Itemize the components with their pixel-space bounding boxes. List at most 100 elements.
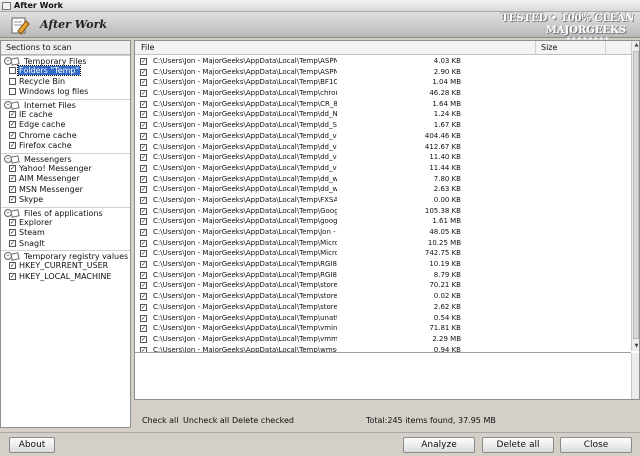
- checkbox[interactable]: ✓: [9, 164, 16, 172]
- row-checkbox[interactable]: ✓: [140, 325, 147, 333]
- file-row[interactable]: ✓ C:\Users\Jon - MajorGeeks\AppData\Local…: [135, 345, 631, 352]
- row-checkbox[interactable]: ✓: [140, 250, 147, 258]
- section-group[interactable]: – Internet Files: [1, 98, 130, 110]
- row-checkbox[interactable]: ✓: [140, 175, 147, 183]
- section-item[interactable]: ✓ Skype: [1, 195, 130, 206]
- section-item[interactable]: ✓ IE cache: [1, 110, 130, 121]
- file-row[interactable]: ✓ C:\Users\Jon - MajorGeeks\AppData\Local…: [135, 259, 631, 270]
- file-row[interactable]: ✓ C:\Users\Jon - MajorGeeks\AppData\Local…: [135, 99, 631, 110]
- section-item[interactable]: ✓ AIM Messenger: [1, 174, 130, 185]
- section-item[interactable]: ✓ Firefox cache: [1, 141, 130, 152]
- row-checkbox[interactable]: ✓: [140, 335, 147, 343]
- checkbox[interactable]: [9, 67, 16, 74]
- file-row[interactable]: ✓ C:\Users\Jon - MajorGeeks\AppData\Local…: [135, 56, 631, 67]
- file-row[interactable]: ✓ C:\Users\Jon - MajorGeeks\AppData\Local…: [135, 206, 631, 217]
- checkbox[interactable]: [9, 77, 16, 85]
- file-row[interactable]: ✓ C:\Users\Jon - MajorGeeks\AppData\Local…: [135, 67, 631, 78]
- row-checkbox[interactable]: ✓: [140, 229, 147, 236]
- checkbox[interactable]: ✓: [9, 131, 16, 139]
- file-row[interactable]: ✓ C:\Users\Jon - MajorGeeks\AppData\Local…: [135, 120, 631, 131]
- file-row[interactable]: ✓ C:\Users\Jon - MajorGeeks\AppData\Local…: [135, 152, 631, 163]
- file-row[interactable]: ✓ C:\Users\Jon - MajorGeeks\AppData\Local…: [135, 163, 631, 174]
- column-file[interactable]: File: [141, 43, 154, 52]
- file-row[interactable]: ✓ C:\Users\Jon - MajorGeeks\AppData\Local…: [135, 88, 631, 99]
- section-item[interactable]: ✓ Explorer: [1, 218, 130, 229]
- section-item[interactable]: ✓ HKEY_LOCAL_MACHINE: [1, 272, 130, 283]
- section-item[interactable]: ✓ HKEY_CURRENT_USER: [1, 261, 130, 272]
- section-item[interactable]: ✓ MSN Messenger: [1, 185, 130, 196]
- row-checkbox[interactable]: ✓: [140, 196, 147, 204]
- file-row[interactable]: ✓ C:\Users\Jon - MajorGeeks\AppData\Local…: [135, 195, 631, 206]
- file-row[interactable]: ✓ C:\Users\Jon - MajorGeeks\AppData\Local…: [135, 323, 631, 334]
- file-row[interactable]: ✓ C:\Users\Jon - MajorGeeks\AppData\Local…: [135, 227, 631, 238]
- about-button[interactable]: About: [9, 437, 55, 453]
- file-row[interactable]: ✓ C:\Users\Jon - MajorGeeks\AppData\Local…: [135, 302, 631, 313]
- section-group[interactable]: – Files of applications: [1, 206, 130, 218]
- checkbox[interactable]: ✓: [9, 185, 16, 193]
- file-row[interactable]: ✓ C:\Users\Jon - MajorGeeks\AppData\Local…: [135, 131, 631, 142]
- file-row[interactable]: ✓ C:\Users\Jon - MajorGeeks\AppData\Local…: [135, 248, 631, 259]
- row-checkbox[interactable]: ✓: [140, 271, 147, 279]
- checkbox[interactable]: ✓: [9, 218, 16, 226]
- file-row[interactable]: ✓ C:\Users\Jon - MajorGeeks\AppData\Local…: [135, 334, 631, 345]
- row-checkbox[interactable]: ✓: [140, 154, 147, 162]
- file-row[interactable]: ✓ C:\Users\Jon - MajorGeeks\AppData\Local…: [135, 174, 631, 185]
- checkbox[interactable]: [9, 88, 16, 95]
- row-checkbox[interactable]: ✓: [140, 261, 147, 269]
- checkbox[interactable]: ✓: [9, 262, 16, 269]
- section-item[interactable]: ✓ SnagIt: [1, 239, 130, 250]
- analyze-button[interactable]: Analyze: [403, 437, 475, 453]
- section-item[interactable]: Folders "Temp": [1, 65, 130, 77]
- section-item[interactable]: ✓ Yahoo! Messenger: [1, 164, 130, 175]
- row-checkbox[interactable]: ✓: [140, 58, 147, 65]
- row-checkbox[interactable]: ✓: [140, 207, 147, 215]
- section-item[interactable]: ✓ Edge cache: [1, 120, 130, 131]
- row-checkbox[interactable]: ✓: [140, 79, 147, 87]
- column-size[interactable]: Size: [541, 43, 557, 52]
- check-all-link[interactable]: Check all: [142, 416, 179, 425]
- file-row[interactable]: ✓ C:\Users\Jon - MajorGeeks\AppData\Local…: [135, 77, 631, 88]
- row-checkbox[interactable]: ✓: [140, 164, 147, 172]
- checkbox[interactable]: ✓: [9, 196, 16, 203]
- delete-checked-link[interactable]: Delete checked: [232, 416, 294, 425]
- row-checkbox[interactable]: ✓: [140, 132, 147, 140]
- row-checkbox[interactable]: ✓: [140, 303, 147, 311]
- checkbox[interactable]: ✓: [9, 239, 16, 247]
- section-group[interactable]: – Temporary registry values: [1, 250, 130, 261]
- row-checkbox[interactable]: ✓: [140, 111, 147, 119]
- section-group[interactable]: – Temporary Files: [1, 55, 130, 66]
- row-checkbox[interactable]: ✓: [140, 143, 147, 151]
- section-item[interactable]: ✓ Steam: [1, 228, 130, 239]
- checkbox[interactable]: ✓: [9, 110, 16, 118]
- file-row[interactable]: ✓ C:\Users\Jon - MajorGeeks\AppData\Local…: [135, 280, 631, 291]
- file-row[interactable]: ✓ C:\Users\Jon - MajorGeeks\AppData\Local…: [135, 142, 631, 153]
- row-checkbox[interactable]: ✓: [140, 90, 147, 98]
- checkbox[interactable]: ✓: [9, 229, 16, 236]
- file-row[interactable]: ✓ C:\Users\Jon - MajorGeeks\AppData\Local…: [135, 109, 631, 120]
- checkbox[interactable]: ✓: [9, 142, 16, 149]
- delete-all-button[interactable]: Delete all: [482, 437, 554, 453]
- row-checkbox[interactable]: ✓: [140, 218, 147, 226]
- file-row[interactable]: ✓ C:\Users\Jon - MajorGeeks\AppData\Local…: [135, 216, 631, 227]
- file-row[interactable]: ✓ C:\Users\Jon - MajorGeeks\AppData\Local…: [135, 270, 631, 281]
- row-checkbox[interactable]: ✓: [140, 293, 147, 301]
- section-item[interactable]: Windows log files: [1, 87, 130, 98]
- file-row[interactable]: ✓ C:\Users\Jon - MajorGeeks\AppData\Local…: [135, 184, 631, 195]
- vertical-scrollbar[interactable]: ▲ ▼: [631, 41, 639, 351]
- file-row[interactable]: ✓ C:\Users\Jon - MajorGeeks\AppData\Local…: [135, 238, 631, 249]
- file-row[interactable]: ✓ C:\Users\Jon - MajorGeeks\AppData\Local…: [135, 291, 631, 302]
- row-checkbox[interactable]: ✓: [140, 100, 147, 108]
- row-checkbox[interactable]: ✓: [140, 186, 147, 194]
- row-checkbox[interactable]: ✓: [140, 122, 147, 130]
- details-scrollbar[interactable]: [631, 353, 639, 399]
- scroll-thumb[interactable]: [633, 51, 639, 339]
- section-item[interactable]: Recycle Bin: [1, 77, 130, 88]
- checkbox[interactable]: ✓: [9, 175, 16, 182]
- checkbox[interactable]: ✓: [9, 272, 16, 280]
- row-checkbox[interactable]: ✓: [140, 282, 147, 290]
- close-button[interactable]: Close: [560, 437, 632, 453]
- row-checkbox[interactable]: ✓: [140, 68, 147, 76]
- file-row[interactable]: ✓ C:\Users\Jon - MajorGeeks\AppData\Local…: [135, 313, 631, 324]
- section-group[interactable]: – Messengers: [1, 152, 130, 164]
- row-checkbox[interactable]: ✓: [140, 239, 147, 247]
